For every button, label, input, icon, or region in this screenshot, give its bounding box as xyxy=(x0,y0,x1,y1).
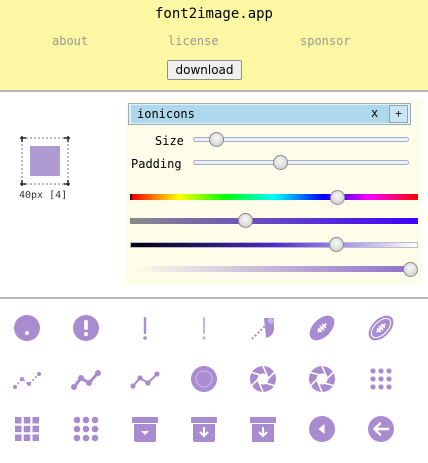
font-selector: x + xyxy=(128,103,411,125)
archive-download-sharp-icon[interactable] xyxy=(243,409,283,449)
section-divider xyxy=(0,297,428,299)
apps-dots-icon[interactable] xyxy=(361,359,401,399)
hue-slider-track[interactable] xyxy=(130,194,418,200)
archive-drop-icon[interactable] xyxy=(125,409,165,449)
padding-slider-track[interactable] xyxy=(193,160,409,165)
apps-grid-dots-icon[interactable] xyxy=(66,409,106,449)
archive-download-icon[interactable] xyxy=(184,409,224,449)
font-name-input[interactable] xyxy=(131,105,389,123)
controls-panel xyxy=(126,99,422,285)
app-header: font2image.app about license sponsor dow… xyxy=(0,0,428,92)
alpha-slider-thumb[interactable] xyxy=(403,262,418,277)
nav-sponsor-link[interactable]: sponsor xyxy=(300,34,351,48)
size-slider-track[interactable] xyxy=(193,137,409,142)
analytics-icon[interactable] xyxy=(66,359,106,399)
nav-license-link[interactable]: license xyxy=(168,34,219,48)
alert-circle-icon[interactable] xyxy=(66,308,106,348)
hue-slider-thumb[interactable] xyxy=(330,190,345,205)
saturation-slider-thumb[interactable] xyxy=(238,213,253,228)
download-button[interactable]: download xyxy=(167,60,242,80)
analytics-outline-icon[interactable] xyxy=(7,359,47,399)
apps-grid-icon[interactable] xyxy=(7,409,47,449)
lightness-slider-track[interactable] xyxy=(130,242,418,248)
padding-slider-thumb[interactable] xyxy=(273,155,288,170)
aperture-icon[interactable] xyxy=(243,359,283,399)
size-slider-thumb[interactable] xyxy=(209,132,224,147)
padding-label: Padding xyxy=(131,157,182,171)
size-label: Size xyxy=(155,134,184,148)
football-outline-icon[interactable] xyxy=(361,308,401,348)
aperture-slash-icon[interactable] xyxy=(243,308,283,348)
football-icon[interactable] xyxy=(302,308,342,348)
preview-size-label: 40px [4] xyxy=(19,190,68,201)
exclamation-icon[interactable] xyxy=(125,308,165,348)
add-font-button[interactable]: + xyxy=(389,105,408,123)
analytics-sharp-icon[interactable] xyxy=(125,359,165,399)
icon-preview xyxy=(20,136,70,186)
alpha-slider-track[interactable] xyxy=(130,266,415,272)
caret-back-circle-icon[interactable] xyxy=(302,409,342,449)
saturation-slider-track[interactable] xyxy=(130,218,418,224)
help-circle-outline-icon[interactable] xyxy=(7,308,47,348)
lightness-slider-thumb[interactable] xyxy=(329,237,344,252)
arrow-back-circle-icon[interactable] xyxy=(361,409,401,449)
aperture-outline-icon[interactable] xyxy=(302,359,342,399)
app-title: font2image.app xyxy=(154,6,273,22)
exclamation-outline-icon[interactable] xyxy=(184,308,224,348)
aperture-circle-icon[interactable] xyxy=(184,359,224,399)
clear-font-button[interactable]: x xyxy=(371,106,378,120)
nav-about-link[interactable]: about xyxy=(52,34,88,48)
